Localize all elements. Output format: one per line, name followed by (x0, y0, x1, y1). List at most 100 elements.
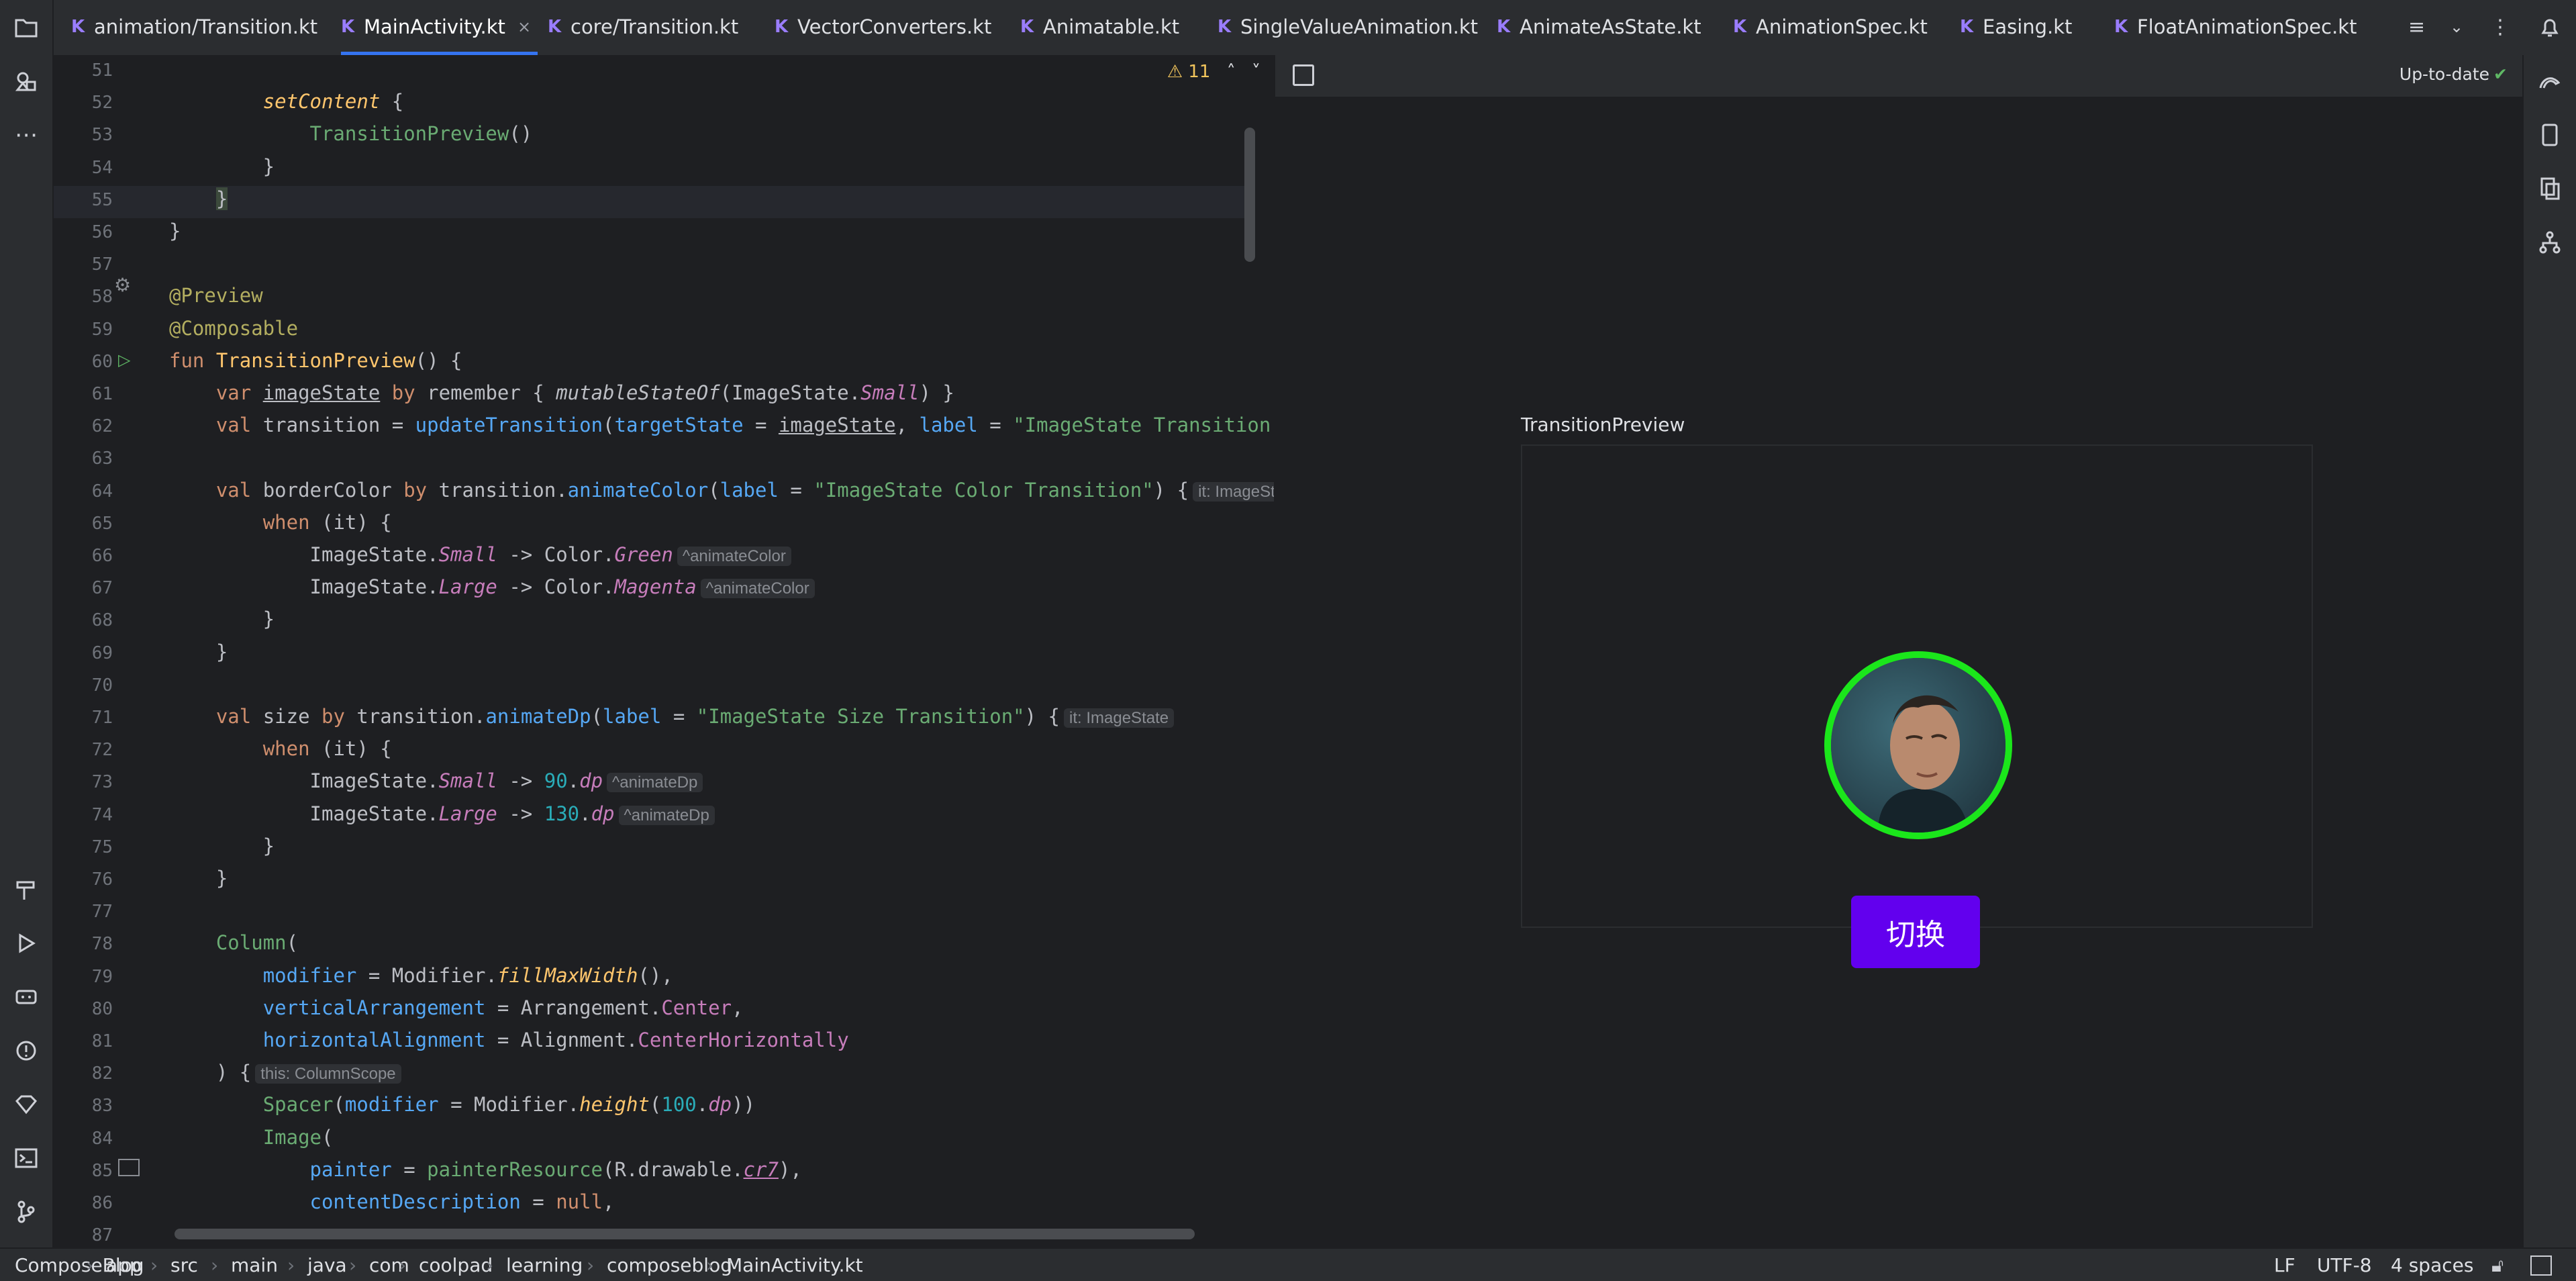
code-line[interactable]: verticalArrangement = Arrangement.Center… (169, 996, 744, 1019)
line-number: 55 (91, 189, 113, 210)
code-line[interactable]: } (169, 835, 275, 857)
git-branch-icon[interactable] (9, 1195, 43, 1229)
tab-list-menu-icon[interactable]: ≡ (2408, 0, 2425, 54)
code-line[interactable]: var imageState by remember { mutableStat… (169, 381, 954, 404)
run-icon[interactable] (9, 927, 43, 960)
line-separator[interactable]: LF (2274, 1254, 2295, 1276)
problems-icon[interactable] (9, 1034, 43, 1068)
more-tools-icon[interactable]: ⋯ (9, 118, 43, 152)
project-folder-icon[interactable] (9, 11, 43, 44)
preview-toolbar: Up-to-date ✔ (1275, 55, 2522, 97)
breadcrumb-separator-icon: › (150, 1254, 158, 1276)
line-number: 76 (91, 869, 113, 890)
code-line[interactable]: setContent { (169, 90, 404, 113)
code-line[interactable]: val size by transition.animateDp(label =… (169, 705, 1175, 728)
line-number: 86 (91, 1193, 113, 1213)
code-line[interactable]: when (it) { (169, 737, 392, 760)
build-hammer-icon[interactable] (9, 873, 43, 906)
code-line[interactable]: Spacer(modifier = Modifier.height(100.dp… (169, 1093, 755, 1116)
breadcrumb-item[interactable]: MainActivity.kt (726, 1254, 863, 1276)
device-manager-icon[interactable] (2533, 118, 2567, 152)
tab-easing[interactable]: K Easing.kt (1960, 0, 2072, 54)
code-line[interactable]: painter = painterResource(R.drawable.cr7… (169, 1158, 802, 1181)
line-number: 87 (91, 1225, 113, 1246)
vertical-scrollbar[interactable] (1244, 128, 1255, 262)
code-line[interactable]: TransitionPreview() (169, 122, 533, 145)
line-number: 79 (91, 966, 113, 987)
breadcrumb-item[interactable]: coolpad (419, 1254, 493, 1276)
code-line[interactable]: val transition = updateTransition(target… (169, 414, 1274, 436)
code-line[interactable]: ImageState.Small -> 90.dp ^animateDp (169, 769, 703, 793)
tab-single-value-animation[interactable]: K SingleValueAnimation.kt (1218, 0, 1478, 54)
chevron-down-icon[interactable]: ˅ (1252, 62, 1260, 82)
tab-animate-as-state[interactable]: K AnimateAsState.kt (1497, 0, 1701, 54)
code-line[interactable]: ImageState.Large -> Color.Magenta ^animat… (169, 575, 815, 599)
tab-animation-transition[interactable]: Kanimation/Transition.kt (71, 0, 317, 54)
close-tab-icon[interactable]: × (517, 17, 531, 36)
indent-setting[interactable]: 4 spaces (2391, 1254, 2473, 1276)
kotlin-file-icon: K (1497, 17, 1511, 37)
terminal-icon[interactable] (9, 1141, 43, 1175)
tab-animation-spec[interactable]: K AnimationSpec.kt (1733, 0, 1928, 54)
code-line[interactable]: Image( (169, 1126, 334, 1149)
line-number: 52 (91, 93, 113, 113)
chevron-down-icon[interactable]: ⌄ (2450, 0, 2463, 54)
code-line[interactable]: @Preview (169, 284, 263, 307)
code-line[interactable]: } (169, 640, 228, 663)
run-gutter-icon[interactable]: ▷ (118, 350, 130, 369)
tab-float-animation-spec[interactable]: K FloatAnimationSpec.kt (2114, 0, 2357, 54)
layout-mode-icon[interactable] (1293, 64, 1314, 86)
tab-core-transition[interactable]: Kcore/Transition.kt (548, 0, 738, 54)
resource-manager-icon[interactable] (9, 64, 43, 98)
kotlin-file-icon: K (71, 17, 85, 37)
file-encoding[interactable]: UTF-8 (2317, 1254, 2372, 1276)
current-line-highlight (54, 186, 1248, 218)
kotlin-file-icon: K (775, 17, 789, 37)
notifications-bell-icon[interactable] (2533, 11, 2567, 44)
breadcrumb-item[interactable]: java (307, 1254, 347, 1276)
code-line[interactable]: val borderColor by transition.animateCol… (169, 479, 1274, 502)
line-number: 80 (91, 998, 113, 1019)
code-line[interactable]: } (169, 155, 275, 178)
gem-icon[interactable] (9, 1088, 43, 1121)
code-line[interactable]: ) {this: ColumnScope (169, 1061, 401, 1084)
code-line[interactable]: } (169, 187, 228, 210)
logcat-icon[interactable] (9, 980, 43, 1014)
horizontal-scrollbar[interactable] (175, 1229, 1195, 1239)
memory-indicator-icon[interactable] (2530, 1255, 2552, 1276)
breadcrumb-item[interactable]: app (106, 1254, 142, 1276)
code-editor[interactable]: ⚠ 11 ˄ ˅ 51 52 53 54 55 56 57 58 59 60 61 62 63 64 65 6… (54, 55, 1274, 1247)
tab-vector-converters[interactable]: K VectorConverters.kt (775, 0, 991, 54)
breadcrumb-item[interactable]: learning (506, 1254, 583, 1276)
code-line[interactable]: horizontalAlignment = Alignment.CenterHo… (169, 1029, 849, 1051)
device-explorer-icon[interactable] (2533, 172, 2567, 205)
line-number: 66 (91, 546, 113, 566)
breadcrumb-item[interactable]: main (231, 1254, 278, 1276)
image-preview-gutter-icon[interactable] (118, 1159, 140, 1176)
gradle-icon[interactable] (2533, 64, 2567, 98)
code-line[interactable]: modifier = Modifier.fillMaxWidth(), (169, 964, 673, 987)
code-line[interactable]: when (it) { (169, 511, 392, 534)
chevron-up-icon[interactable]: ˄ (1227, 62, 1236, 82)
warning-count[interactable]: ⚠ 11 (1167, 62, 1211, 82)
tab-animatable[interactable]: K Animatable.kt (1020, 0, 1179, 54)
line-number: 73 (91, 772, 113, 793)
more-options-icon[interactable]: ⋮ (2490, 0, 2510, 54)
code-line[interactable]: } (169, 867, 228, 890)
code-line[interactable]: @Composable (169, 317, 298, 340)
code-line[interactable]: } (169, 608, 275, 630)
code-line[interactable]: ImageState.Small -> Color.Green ^animateC… (169, 543, 791, 566)
lock-icon[interactable]: 🔓︎ (2491, 1254, 2504, 1277)
code-line[interactable]: contentDescription = null, (169, 1190, 615, 1213)
code-line[interactable]: ImageState.Large -> 130.dp ^animateDp (169, 802, 715, 825)
layout-hierarchy-icon[interactable] (2533, 226, 2567, 259)
code-line[interactable]: } (169, 220, 181, 242)
code-line[interactable]: fun TransitionPreview() { (169, 349, 462, 372)
gear-icon[interactable]: ⚙ (114, 274, 131, 296)
code-line[interactable]: Column( (169, 931, 298, 954)
switch-button[interactable]: 切换 (1851, 896, 1980, 968)
line-number: 57 (91, 254, 113, 275)
tab-main-activity[interactable]: K MainActivity.kt × (341, 0, 538, 55)
breadcrumb-item[interactable]: src (170, 1254, 198, 1276)
inspection-widget[interactable]: ⚠ 11 ˄ ˅ (1167, 62, 1260, 82)
